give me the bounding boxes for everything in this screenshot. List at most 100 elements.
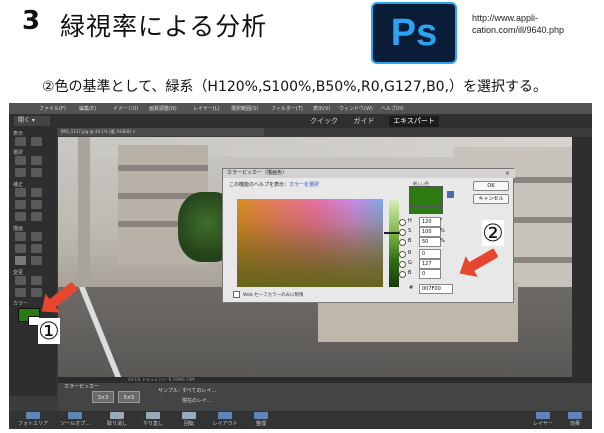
input-r[interactable]: 0 — [419, 249, 441, 259]
cancel-button[interactable]: キャンセル — [473, 194, 509, 204]
color-picker-title: カラーピッカー（描画色） — [223, 169, 515, 178]
clone-stamp-tool-icon[interactable] — [31, 200, 42, 209]
radio-r[interactable] — [399, 251, 406, 258]
tool-options-button[interactable]: ツールオプ... — [55, 412, 95, 427]
tool-options: カラーピッカー 3×3 5×5 サンプル： すべてのレイ... 現在のレイ... — [58, 383, 592, 411]
menu-filter[interactable]: フィルター(T) — [271, 105, 303, 112]
menu-window[interactable]: ウィンドウ(W) — [339, 105, 373, 112]
eyedropper-tool-icon[interactable] — [15, 256, 26, 265]
hand-tool-icon[interactable] — [31, 137, 42, 146]
radio-blue[interactable] — [399, 271, 406, 278]
web-safe-label: Web セーフカラーのみに制限 — [243, 293, 304, 298]
unit-s: % — [440, 228, 445, 234]
toolbox-label-enhance: 補正 — [13, 182, 24, 188]
rotate-icon — [182, 412, 196, 419]
label-s: S — [408, 228, 412, 234]
brush-tool-icon[interactable] — [15, 232, 26, 241]
magic-wand-tool-icon[interactable] — [31, 168, 42, 177]
input-blue[interactable]: 0 — [419, 269, 441, 279]
hex-label: # — [409, 285, 414, 291]
toolbox-label-draw: 描画 — [13, 226, 24, 232]
toolbox-label-color: カラー — [13, 301, 29, 307]
unit-b: % — [440, 238, 445, 244]
input-g[interactable]: 127 — [419, 259, 441, 269]
spot-healing-tool-icon[interactable] — [31, 188, 42, 197]
gradient-tool-icon[interactable] — [31, 244, 42, 253]
recompose-tool-icon[interactable] — [31, 276, 42, 285]
effects-icon — [568, 412, 582, 419]
radio-g[interactable] — [399, 261, 406, 268]
organizer-button[interactable]: 整理 — [241, 412, 281, 427]
layout-button[interactable]: レイアウト — [205, 412, 245, 427]
photoshop-logo: Ps — [371, 2, 457, 64]
hex-field[interactable]: # 007F00 — [409, 284, 453, 294]
move-tool-icon[interactable] — [15, 156, 26, 165]
document-tab[interactable]: IMG_1137.jpg @ 44.1% (選, RGB/8) × — [58, 128, 264, 136]
menu-help[interactable]: ヘルプ(H) — [381, 105, 404, 112]
hex-input[interactable]: 007F00 — [419, 284, 453, 294]
redo-button[interactable]: やり直し — [133, 412, 173, 427]
photo-bin-button[interactable]: フォトエリア — [13, 412, 53, 427]
label-r: R — [408, 250, 412, 256]
content-aware-move-tool-icon[interactable] — [15, 288, 26, 297]
zoom-tool-icon[interactable] — [15, 137, 26, 146]
undo-label: 取り消し — [106, 421, 127, 427]
crop-tool-icon[interactable] — [15, 276, 26, 285]
radio-h[interactable] — [399, 219, 406, 226]
tab-guided[interactable]: ガイド — [349, 116, 379, 127]
tab-expert[interactable]: エキスパート — [389, 116, 439, 127]
input-b[interactable]: 50 — [419, 237, 441, 247]
radio-s[interactable] — [399, 229, 406, 236]
lasso-tool-icon[interactable] — [15, 168, 26, 177]
ok-button[interactable]: OK — [473, 181, 509, 191]
straighten-tool-icon[interactable] — [31, 288, 42, 297]
sample-current-layer[interactable]: 現在のレイ... — [182, 397, 212, 404]
bottom-taskbar: フォトエリア ツールオプ... 取り消し やり直し 回転 レイアウト 整理 レイ… — [9, 411, 592, 429]
web-safe-checkbox[interactable]: Web セーフカラーのみに制限 — [233, 291, 303, 298]
undo-button[interactable]: 取り消し — [97, 412, 137, 427]
smart-brush-tool-icon[interactable] — [15, 200, 26, 209]
organizer-icon — [254, 412, 268, 419]
sponge-tool-icon[interactable] — [31, 212, 42, 221]
menu-layer[interactable]: レイヤー(L) — [193, 105, 220, 112]
rotate-label: 回転 — [183, 421, 194, 427]
color-picker-dialog: カラーピッカー（描画色） × この機能のヘルプを表示：カラーを選択 新しい色 O… — [222, 168, 515, 303]
paint-bucket-tool-icon[interactable] — [15, 244, 26, 253]
radio-b[interactable] — [399, 239, 406, 246]
layout-icon — [218, 412, 232, 419]
sample-all-layers[interactable]: すべてのレイ... — [182, 387, 216, 394]
mode-bar: 開く ▾ クイック ガイド エキスパート — [9, 114, 592, 128]
menu-enhance[interactable]: 画質調整(N) — [149, 105, 177, 112]
help-text-label: この機能のヘルプを表示： — [229, 182, 290, 188]
checkbox-box[interactable] — [233, 291, 240, 298]
rotate-button[interactable]: 回転 — [169, 412, 209, 427]
open-button[interactable]: 開く ▾ — [14, 116, 50, 126]
marquee-tool-icon[interactable] — [31, 156, 42, 165]
color-field[interactable] — [237, 199, 383, 287]
layout-label: レイアウト — [212, 421, 238, 427]
sample-size-3x3[interactable]: 3×3 — [92, 391, 114, 403]
input-h[interactable]: 120 — [419, 217, 441, 227]
blur-tool-icon[interactable] — [15, 212, 26, 221]
tab-quick[interactable]: クイック — [307, 116, 341, 127]
tool-options-panel: カラーピッカー 3×3 5×5 サンプル： すべてのレイ... 現在のレイ... — [58, 383, 592, 411]
input-s[interactable]: 100 — [419, 227, 441, 237]
sample-size-5x5[interactable]: 5×5 — [118, 391, 140, 403]
photo-bin-icon — [26, 412, 40, 419]
shape-tool-icon[interactable] — [31, 256, 42, 265]
web-warning-icon[interactable] — [447, 191, 454, 198]
eye-tool-icon[interactable] — [15, 188, 26, 197]
menu-edit[interactable]: 編集(E) — [79, 105, 96, 112]
eraser-tool-icon[interactable] — [31, 232, 42, 241]
help-link[interactable]: カラーを選択 — [289, 182, 319, 188]
redo-icon — [146, 412, 160, 419]
menu-image[interactable]: イメージ(I) — [113, 105, 138, 112]
menu-file[interactable]: ファイル(F) — [39, 105, 66, 112]
menu-view[interactable]: 表示(V) — [313, 105, 330, 112]
menu-select[interactable]: 選択範囲(S) — [231, 105, 258, 112]
hue-slider[interactable] — [389, 199, 399, 287]
callout-2: ② — [482, 219, 504, 247]
close-icon[interactable]: × — [505, 169, 510, 178]
effects-button[interactable]: 効果 — [555, 412, 592, 427]
toolbox-label-select: 選択 — [13, 150, 24, 156]
